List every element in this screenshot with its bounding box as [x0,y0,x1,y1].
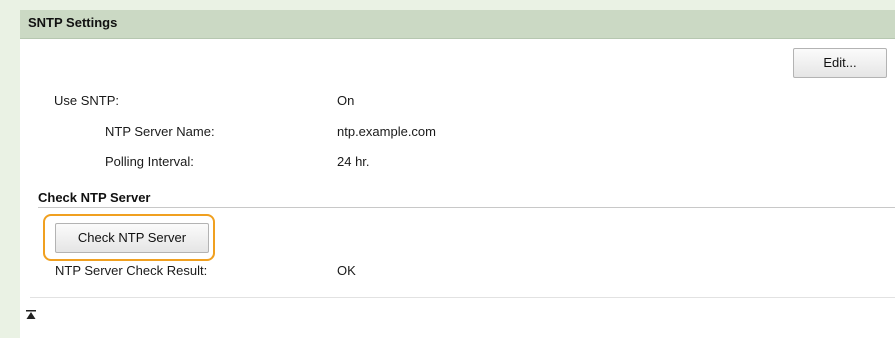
polling-interval-value: 24 hr. [337,154,370,169]
use-sntp-value: On [337,93,355,108]
use-sntp-label: Use SNTP: [54,93,120,108]
ntp-server-name-value: ntp.example.com [337,124,436,139]
edit-button[interactable]: Edit... [793,48,887,78]
check-result-value: OK [337,263,356,278]
section-header: SNTP Settings [20,10,895,39]
polling-interval-label: Polling Interval: [105,154,194,169]
ntp-server-name-label: NTP Server Name: [105,124,215,139]
bottom-divider [30,297,895,298]
section-divider [38,207,895,208]
back-to-top-icon[interactable] [25,308,37,320]
check-result-label: NTP Server Check Result: [55,263,208,278]
check-ntp-server-heading: Check NTP Server [38,190,151,205]
sntp-settings-panel: SNTP Settings Edit... Use SNTP: On NTP S… [20,10,895,338]
section-title: SNTP Settings [28,15,118,30]
check-ntp-server-button[interactable]: Check NTP Server [55,223,209,253]
